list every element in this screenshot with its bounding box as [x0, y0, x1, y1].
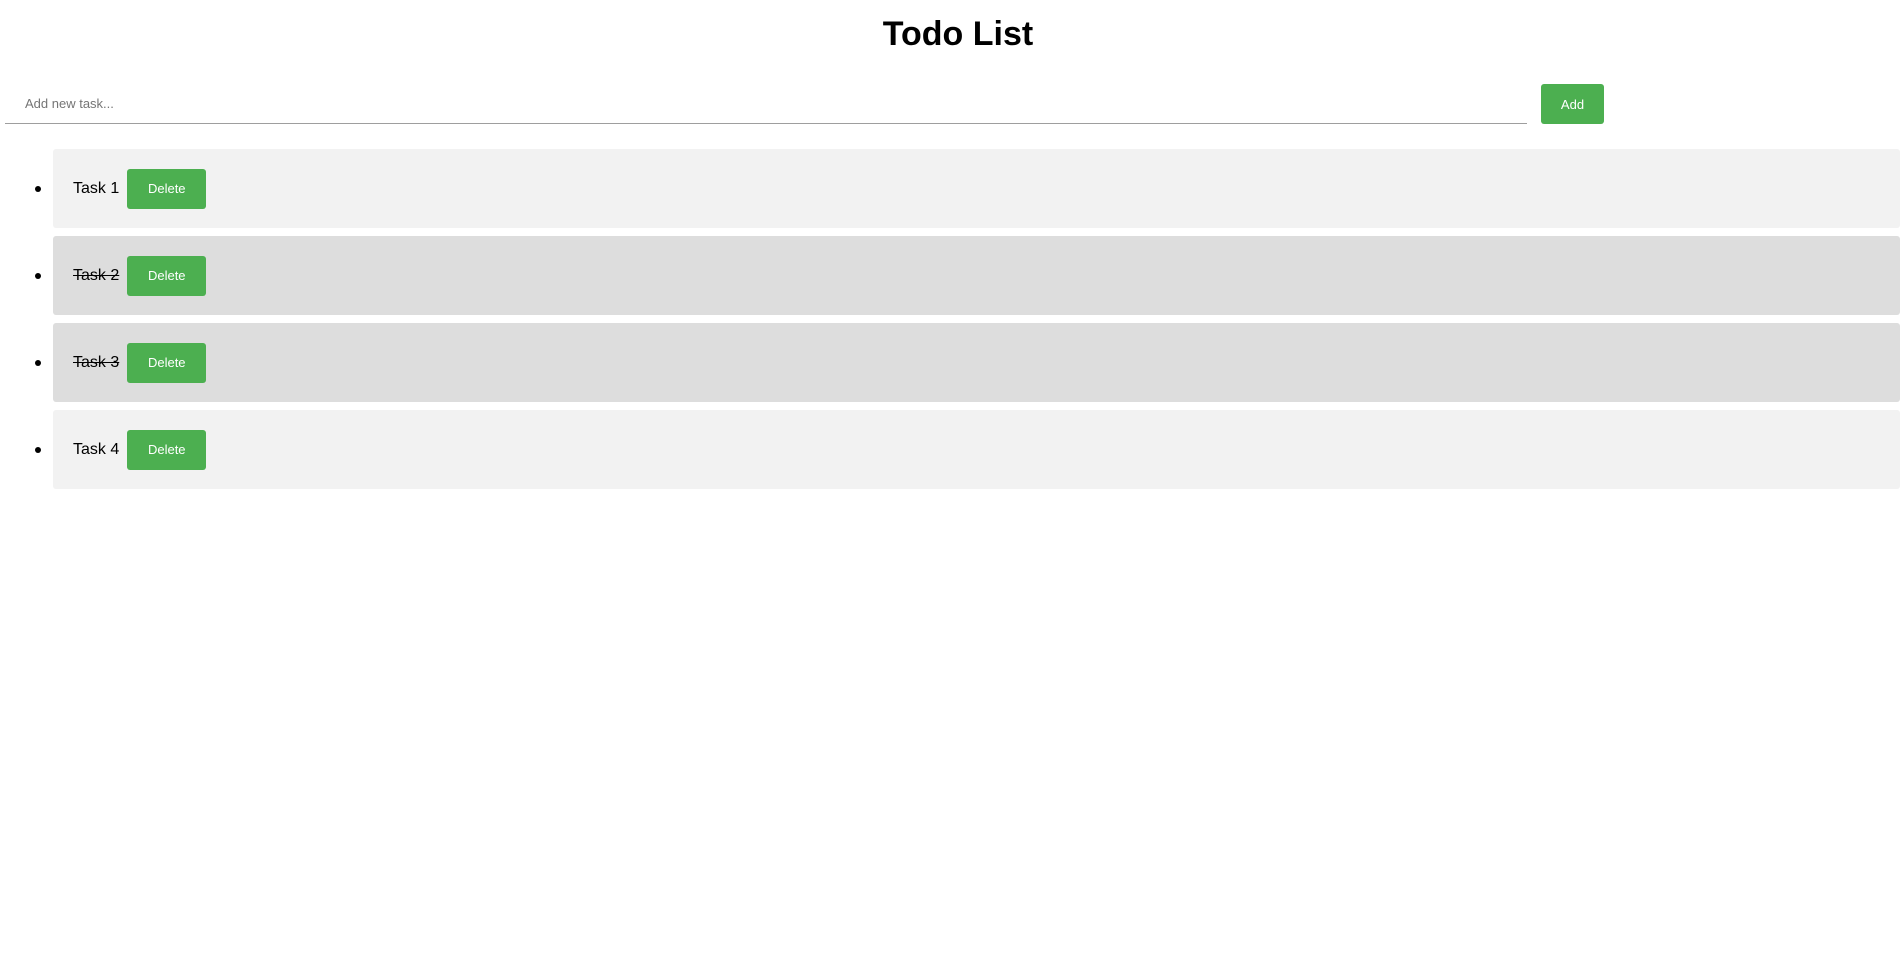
- bullet-icon: [35, 359, 41, 366]
- bullet-icon: [35, 446, 41, 453]
- new-task-row: Add: [5, 84, 1604, 124]
- task-label[interactable]: Task 2: [73, 267, 119, 285]
- delete-button[interactable]: Delete: [127, 168, 207, 209]
- bullet-icon: [35, 272, 41, 279]
- task-item: Task 2 Delete: [35, 236, 1900, 315]
- task-label[interactable]: Task 1: [73, 180, 119, 198]
- page-title: Todo List: [882, 15, 1034, 53]
- task-label[interactable]: Task 3: [73, 354, 119, 372]
- task-item: Task 3 Delete: [35, 323, 1900, 402]
- task-item: Task 4 Delete: [35, 410, 1900, 489]
- delete-button[interactable]: Delete: [127, 342, 207, 383]
- new-task-input[interactable]: [5, 84, 1527, 124]
- todo-app: Todo List Add Task 1 Delete Task 2 Delet…: [0, 0, 1901, 961]
- task-label[interactable]: Task 4: [73, 441, 119, 459]
- task-item: Task 1 Delete: [35, 149, 1900, 228]
- bullet-icon: [35, 185, 41, 192]
- delete-button[interactable]: Delete: [127, 255, 207, 296]
- delete-button[interactable]: Delete: [127, 429, 207, 470]
- add-button[interactable]: Add: [1541, 84, 1604, 124]
- task-list: Task 1 Delete Task 2 Delete Task 3 Delet…: [35, 149, 1900, 497]
